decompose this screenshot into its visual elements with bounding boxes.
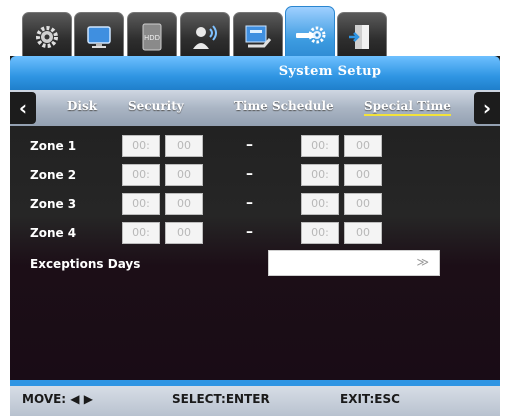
gear-icon (36, 26, 58, 48)
zone-1-start-minute[interactable]: 00 (165, 135, 203, 157)
exceptions-days-label: Exceptions Days (30, 257, 141, 271)
icon-tab-strip: HDD (0, 0, 510, 64)
monitor-icon (87, 26, 111, 48)
select-hint: SELECT:ENTER (172, 392, 270, 406)
move-hint: MOVE: ◀ ▶ (22, 392, 93, 406)
zone-2-start-minute[interactable]: 00 (165, 164, 203, 186)
range-separator: – (246, 224, 253, 240)
tab-hdd[interactable]: HDD (127, 12, 177, 62)
network-user-icon (193, 25, 217, 49)
zone-row-4: Zone 4 00: 00 – 00: 00 (10, 221, 500, 247)
subtab-bar: ‹ Disk Security Time Schedule Special Ti… (10, 90, 500, 126)
system-setup-window: System Setup ‹ Disk Security Time Schedu… (10, 56, 500, 416)
zone-1-end-hour[interactable]: 00: (301, 135, 339, 157)
double-chevron-right-icon[interactable]: ≫ (416, 255, 429, 269)
zone-label: Zone 4 (30, 226, 77, 240)
window-title: System Setup (278, 64, 382, 79)
chevron-right-icon: › (482, 96, 492, 120)
system-setup-icon (296, 26, 326, 44)
zone-3-end-minute[interactable]: 00 (344, 193, 382, 215)
zone-3-start-hour[interactable]: 00: (122, 193, 160, 215)
zone-4-end-minute[interactable]: 00 (344, 222, 382, 244)
tab-time-schedule[interactable]: Time Schedule (234, 99, 334, 113)
tab-security[interactable]: Security (128, 99, 184, 113)
record-schedule-icon (245, 25, 272, 48)
range-separator: – (246, 137, 253, 153)
zone-1-start-hour[interactable]: 00: (122, 135, 160, 157)
zone-4-start-hour[interactable]: 00: (122, 222, 160, 244)
subtab-next-button[interactable]: › (474, 92, 500, 124)
hdd-icon-label: HDD (144, 34, 160, 42)
zone-4-end-hour[interactable]: 00: (301, 222, 339, 244)
tab-settings[interactable] (22, 12, 72, 62)
footer-hints: MOVE: ◀ ▶ SELECT:ENTER EXIT:ESC (10, 386, 500, 416)
zone-row-2: Zone 2 00: 00 – 00: 00 (10, 163, 500, 189)
tab-display[interactable] (74, 12, 124, 62)
tab-exit[interactable] (337, 12, 387, 62)
tab-special-time[interactable]: Special Time (364, 99, 451, 116)
zone-1-end-minute[interactable]: 00 (344, 135, 382, 157)
exit-door-icon (349, 25, 369, 49)
zone-2-end-hour[interactable]: 00: (301, 164, 339, 186)
zone-row-3: Zone 3 00: 00 – 00: 00 (10, 192, 500, 218)
zone-label: Zone 1 (30, 139, 77, 153)
zone-3-end-hour[interactable]: 00: (301, 193, 339, 215)
tab-network[interactable] (180, 12, 230, 62)
special-time-panel: Zone 1 00: 00 – 00: 00 Zone 2 00: 00 – 0… (10, 126, 500, 380)
range-separator: – (246, 195, 253, 211)
exit-hint: EXIT:ESC (340, 392, 400, 406)
zone-label: Zone 3 (30, 197, 77, 211)
exceptions-days-field[interactable]: ≫ (268, 250, 440, 276)
title-bar: System Setup (10, 56, 500, 90)
zone-3-start-minute[interactable]: 00 (165, 193, 203, 215)
tab-disk[interactable]: Disk (67, 99, 97, 113)
chevron-left-icon: ‹ (18, 96, 28, 120)
hdd-icon: HDD (142, 23, 162, 51)
tab-record[interactable] (233, 12, 283, 62)
range-separator: – (246, 166, 253, 182)
zone-2-start-hour[interactable]: 00: (122, 164, 160, 186)
zone-4-start-minute[interactable]: 00 (165, 222, 203, 244)
zone-row-1: Zone 1 00: 00 – 00: 00 (10, 134, 500, 160)
subtab-prev-button[interactable]: ‹ (10, 92, 36, 124)
zone-label: Zone 2 (30, 168, 77, 182)
zone-2-end-minute[interactable]: 00 (344, 164, 382, 186)
